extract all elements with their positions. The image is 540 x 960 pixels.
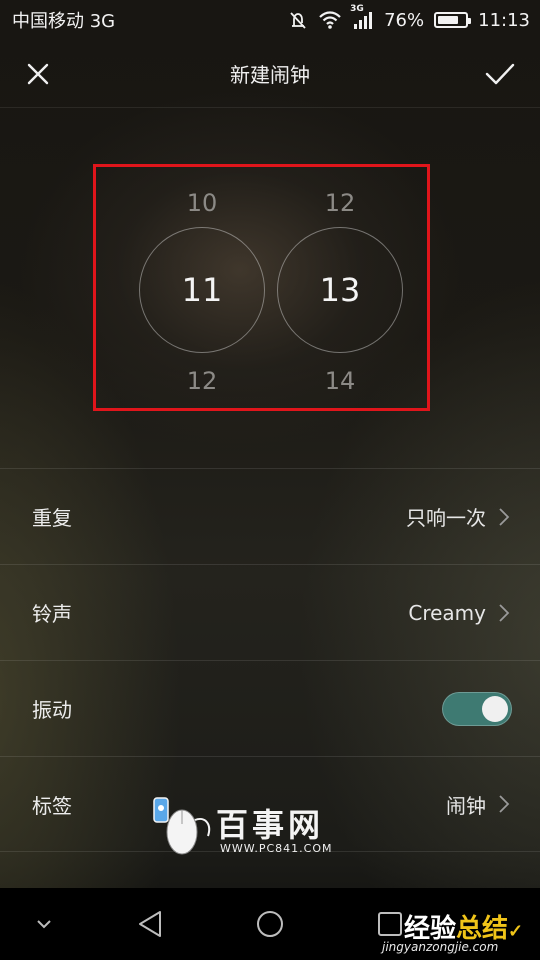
- toggle-knob: [482, 695, 508, 722]
- settings-row-vibrate[interactable]: 振动: [0, 660, 540, 756]
- home-button[interactable]: [250, 906, 290, 942]
- battery-icon: [434, 12, 472, 28]
- minute-selected[interactable]: 13: [277, 227, 403, 353]
- corner-watermark-url: jingyanzongjie.com: [382, 940, 499, 954]
- close-button[interactable]: [20, 56, 56, 92]
- repeat-value-group: 只响一次: [406, 502, 510, 531]
- signal-icon: 3G: [350, 4, 374, 30]
- back-button[interactable]: [130, 906, 170, 942]
- ringtone-value-group: Creamy: [408, 601, 510, 625]
- network-tag: 3G: [350, 4, 364, 14]
- carrier-label: 中国移动 3G: [12, 11, 116, 32]
- repeat-label: 重复: [32, 506, 72, 530]
- battery-percent: 76%: [384, 9, 425, 31]
- battery-level: [438, 16, 458, 24]
- chevron-down-icon: [37, 920, 51, 929]
- minute-next[interactable]: 14: [276, 367, 404, 395]
- watermark: 百事网 WWW.PC841.COM: [150, 794, 360, 860]
- watermark-url: WWW.PC841.COM: [220, 842, 333, 855]
- status-bar: 中国移动 3G 3G 76% 11:13: [0, 0, 540, 40]
- chevron-right-icon: [498, 794, 510, 814]
- check-icon: [485, 63, 515, 85]
- home-circle-icon: [257, 911, 283, 937]
- vibrate-toggle[interactable]: [442, 691, 512, 726]
- hour-wheel[interactable]: 10 11 12: [138, 167, 266, 408]
- hour-selected[interactable]: 11: [139, 227, 265, 353]
- label-label: 标签: [32, 793, 72, 818]
- hour-prev[interactable]: 10: [138, 189, 266, 217]
- minute-wheel[interactable]: 12 13 14: [276, 167, 404, 408]
- label-value: 闹钟: [446, 793, 486, 818]
- corner-watermark: 经验总结✓ jingyanzongjie.com: [382, 908, 540, 960]
- vibrate-label: 振动: [32, 698, 72, 722]
- mouse-mascot-icon: [153, 797, 211, 855]
- check-icon: ✓: [508, 921, 524, 942]
- label-value-group: 闹钟: [446, 790, 510, 819]
- hide-nav-button[interactable]: [24, 906, 64, 942]
- back-triangle-icon: [139, 911, 161, 937]
- status-icons: 3G 76% 11:13: [288, 4, 530, 31]
- watermark-title: 百事网: [216, 806, 325, 844]
- close-icon: [27, 63, 49, 85]
- minute-prev[interactable]: 12: [276, 189, 404, 217]
- clock: 11:13: [478, 9, 530, 31]
- square-icon: [378, 912, 402, 936]
- header: 新建闹钟: [0, 40, 540, 108]
- settings-row-ringtone[interactable]: 铃声 Creamy: [0, 564, 540, 660]
- chevron-right-icon: [498, 603, 510, 623]
- confirm-button[interactable]: [482, 56, 518, 92]
- repeat-value: 只响一次: [406, 506, 486, 530]
- page-title: 新建闹钟: [230, 63, 310, 87]
- wifi-icon: [318, 10, 342, 30]
- chevron-right-icon: [498, 507, 510, 527]
- time-picker: 10 11 12 12 13 14: [93, 164, 430, 411]
- settings-row-repeat[interactable]: 重复 只响一次: [0, 468, 540, 564]
- ringtone-label: 铃声: [32, 602, 72, 626]
- mute-icon: [288, 10, 308, 30]
- hour-next[interactable]: 12: [138, 367, 266, 395]
- ringtone-value: Creamy: [408, 600, 486, 625]
